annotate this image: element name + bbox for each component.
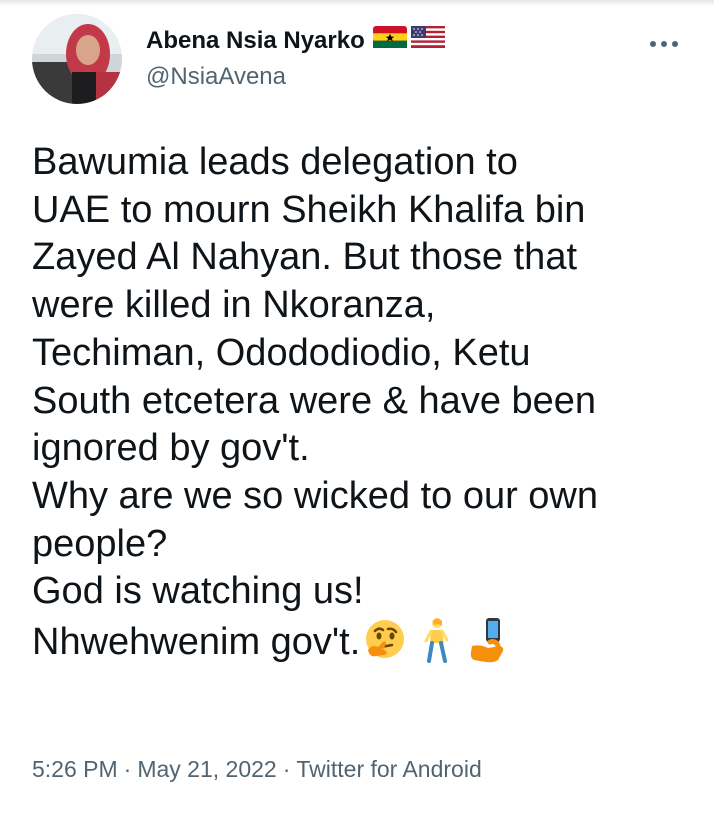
tweet-time[interactable]: 5:26 PM bbox=[32, 754, 118, 784]
tweet-text: Bawumia leads delegation to UAE to mourn… bbox=[32, 139, 692, 667]
display-name-row: Abena Nsia Nyarko bbox=[146, 26, 445, 55]
tweet-line: UAE to mourn Sheikh Khalifa bin bbox=[32, 188, 586, 231]
tweet-line: Techiman, Odododiodio, Ketu bbox=[32, 331, 531, 374]
tweet-meta: 5:26 PM · May 21, 2022 · Twitter for And… bbox=[32, 754, 482, 784]
avatar[interactable] bbox=[32, 14, 122, 104]
more-options-button[interactable] bbox=[646, 34, 682, 54]
top-strip bbox=[0, 0, 714, 6]
more-dots-icon bbox=[650, 41, 678, 47]
tweet-line: South etcetera were & have been bbox=[32, 379, 597, 422]
separator: · bbox=[123, 756, 132, 782]
tweet-line: Zayed Al Nahyan. But those that bbox=[32, 236, 578, 279]
tweet-date[interactable]: May 21, 2022 bbox=[137, 754, 276, 784]
usa-flag-icon bbox=[410, 26, 445, 55]
ghana-flag-icon bbox=[372, 26, 407, 55]
tweet-line: Nhwehwenim gov't. bbox=[32, 621, 361, 664]
selfie-icon bbox=[471, 618, 504, 663]
tweet-header: Abena Nsia Nyarko @NsiaAvena bbox=[32, 14, 692, 106]
tweet-line: people? bbox=[32, 522, 168, 565]
tweet-line: God is watching us! bbox=[32, 570, 364, 613]
tweet-line: Why are we so wicked to our own bbox=[32, 474, 599, 517]
thinking-face-icon bbox=[366, 620, 405, 659]
person-walking-icon bbox=[424, 618, 449, 664]
display-name[interactable]: Abena Nsia Nyarko bbox=[146, 27, 365, 55]
separator: · bbox=[282, 756, 291, 782]
tweet-line: ignored by gov't. bbox=[32, 427, 310, 470]
tweet-line: were killed in Nkoranza, bbox=[32, 284, 436, 327]
tweet-line: Bawumia leads delegation to bbox=[32, 141, 518, 183]
emoji-row bbox=[362, 616, 508, 664]
tweet-source[interactable]: Twitter for Android bbox=[296, 754, 481, 784]
handle[interactable]: @NsiaAvena bbox=[146, 63, 445, 91]
